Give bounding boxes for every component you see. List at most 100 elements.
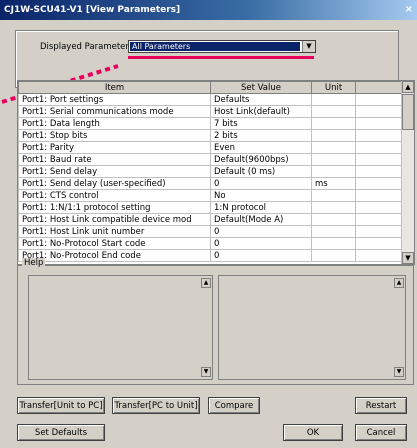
cell-set-value[interactable]: 0: [210, 225, 312, 238]
transfer-pc-to-unit-button[interactable]: Transfer[PC to Unit]: [112, 397, 200, 414]
column-header-item[interactable]: Item: [18, 81, 211, 94]
cell-blank: [355, 201, 405, 214]
column-header-set-value[interactable]: Set Value: [210, 81, 312, 94]
help-detail-panel[interactable]: ▲ ▼: [218, 275, 406, 380]
cell-blank: [355, 141, 405, 154]
cell-unit[interactable]: [311, 237, 356, 250]
cell-unit[interactable]: [311, 189, 356, 202]
set-defaults-button[interactable]: Set Defaults: [17, 424, 105, 441]
cell-set-value[interactable]: Default (0 ms): [210, 165, 312, 178]
cancel-button[interactable]: Cancel: [355, 424, 407, 441]
table-row[interactable]: Port1: Send delay (user-specified) 0 ms: [18, 177, 405, 190]
cell-item[interactable]: Port1: Send delay: [18, 165, 211, 178]
displayed-parameter-select[interactable]: All Parameters ▼: [128, 40, 316, 53]
cell-blank: [355, 105, 405, 118]
cell-set-value[interactable]: Defaults: [210, 93, 312, 106]
scroll-up-icon[interactable]: ▲: [402, 81, 414, 93]
table-row[interactable]: Port1: Send delay Default (0 ms): [18, 165, 405, 178]
cell-item[interactable]: Port1: Send delay (user-specified): [18, 177, 211, 190]
cell-blank: [355, 225, 405, 238]
cell-set-value[interactable]: Host Link(default): [210, 105, 312, 118]
title-bar[interactable]: CJ1W-SCU41-V1 [View Parameters] ×: [0, 0, 417, 20]
table-row[interactable]: Port1: No-Protocol Start code 0: [18, 237, 405, 250]
table-row[interactable]: Port1: Host Link compatible device mod De…: [18, 213, 405, 226]
compare-button[interactable]: Compare: [208, 397, 260, 414]
cell-set-value[interactable]: 2 bits: [210, 129, 312, 142]
table-row[interactable]: Port1: 1:N/1:1 protocol setting 1:N proto…: [18, 201, 405, 214]
help-scrollbar[interactable]: ▲ ▼: [201, 278, 211, 377]
cell-unit[interactable]: [311, 225, 356, 238]
cell-unit[interactable]: [311, 129, 356, 142]
scroll-down-icon[interactable]: ▼: [394, 367, 404, 377]
cell-set-value[interactable]: 7 bits: [210, 117, 312, 130]
cell-unit[interactable]: [311, 105, 356, 118]
cell-unit[interactable]: [311, 249, 356, 262]
scroll-down-icon[interactable]: ▼: [201, 367, 211, 377]
cell-blank: [355, 165, 405, 178]
cell-set-value[interactable]: Default(9600bps): [210, 153, 312, 166]
cell-item[interactable]: Port1: Serial communications mode: [18, 105, 211, 118]
table-row[interactable]: Port1: No-Protocol End code 0: [18, 249, 405, 262]
cell-item[interactable]: Port1: Baud rate: [18, 153, 211, 166]
window-title: CJ1W-SCU41-V1 [View Parameters]: [4, 5, 181, 15]
parameters-table[interactable]: Item Set Value Unit Port1: Port settings…: [17, 80, 415, 265]
cell-item[interactable]: Port1: Stop bits: [18, 129, 211, 142]
table-row[interactable]: Port1: Host Link unit number 0: [18, 225, 405, 238]
cell-set-value[interactable]: 0: [210, 237, 312, 250]
table-vertical-scrollbar[interactable]: ▲ ▼: [401, 81, 414, 264]
scroll-thumb[interactable]: [402, 94, 414, 130]
cell-item[interactable]: Port1: Port settings: [18, 93, 211, 106]
table-row[interactable]: Port1: Serial communications mode Host Li…: [18, 105, 405, 118]
cell-item[interactable]: Port1: Host Link compatible device mod: [18, 213, 211, 226]
table-row[interactable]: Port1: CTS control No: [18, 189, 405, 202]
table-header-row: Item Set Value Unit: [18, 81, 405, 94]
restart-button[interactable]: Restart: [355, 397, 407, 414]
scroll-up-icon[interactable]: ▲: [394, 278, 404, 288]
column-header-blank: [355, 81, 405, 94]
cell-unit[interactable]: [311, 153, 356, 166]
cell-unit[interactable]: [311, 93, 356, 106]
cell-item[interactable]: Port1: Host Link unit number: [18, 225, 211, 238]
cell-unit[interactable]: [311, 117, 356, 130]
cell-item[interactable]: Port1: Data length: [18, 117, 211, 130]
cell-set-value[interactable]: Default(Mode A): [210, 213, 312, 226]
cell-unit[interactable]: [311, 141, 356, 154]
cell-set-value[interactable]: 0: [210, 177, 312, 190]
help-label: Help: [22, 258, 46, 268]
table-row[interactable]: Port1: Parity Even: [18, 141, 405, 154]
cell-blank: [355, 129, 405, 142]
cell-item[interactable]: Port1: No-Protocol End code: [18, 249, 211, 262]
cell-set-value[interactable]: 1:N protocol: [210, 201, 312, 214]
cell-unit[interactable]: [311, 201, 356, 214]
scroll-up-icon[interactable]: ▲: [201, 278, 211, 288]
ok-button[interactable]: OK: [283, 424, 343, 441]
scroll-down-icon[interactable]: ▼: [402, 252, 414, 264]
cell-blank: [355, 153, 405, 166]
cell-item[interactable]: Port1: No-Protocol Start code: [18, 237, 211, 250]
help-text-panel[interactable]: ▲ ▼: [28, 275, 213, 380]
table-row[interactable]: Port1: Port settings Defaults: [18, 93, 405, 106]
close-icon[interactable]: ×: [405, 0, 413, 20]
detail-scrollbar[interactable]: ▲ ▼: [394, 278, 404, 377]
highlight-underline: [128, 56, 314, 59]
cell-blank: [355, 237, 405, 250]
cell-set-value[interactable]: Even: [210, 141, 312, 154]
cell-set-value[interactable]: 0: [210, 249, 312, 262]
cell-item[interactable]: Port1: 1:N/1:1 protocol setting: [18, 201, 211, 214]
cell-blank: [355, 177, 405, 190]
cell-unit[interactable]: [311, 213, 356, 226]
table-row[interactable]: Port1: Baud rate Default(9600bps): [18, 153, 405, 166]
cell-set-value[interactable]: No: [210, 189, 312, 202]
cell-item[interactable]: Port1: CTS control: [18, 189, 211, 202]
cell-blank: [355, 213, 405, 226]
column-header-unit[interactable]: Unit: [311, 81, 356, 94]
displayed-parameter-value: All Parameters: [130, 42, 300, 51]
cell-item[interactable]: Port1: Parity: [18, 141, 211, 154]
transfer-unit-to-pc-button[interactable]: Transfer[Unit to PC]: [17, 397, 105, 414]
table-row[interactable]: Port1: Data length 7 bits: [18, 117, 405, 130]
cell-unit[interactable]: [311, 165, 356, 178]
cell-unit[interactable]: ms: [311, 177, 356, 190]
table-row[interactable]: Port1: Stop bits 2 bits: [18, 129, 405, 142]
chevron-down-icon[interactable]: ▼: [302, 41, 315, 52]
cell-blank: [355, 189, 405, 202]
